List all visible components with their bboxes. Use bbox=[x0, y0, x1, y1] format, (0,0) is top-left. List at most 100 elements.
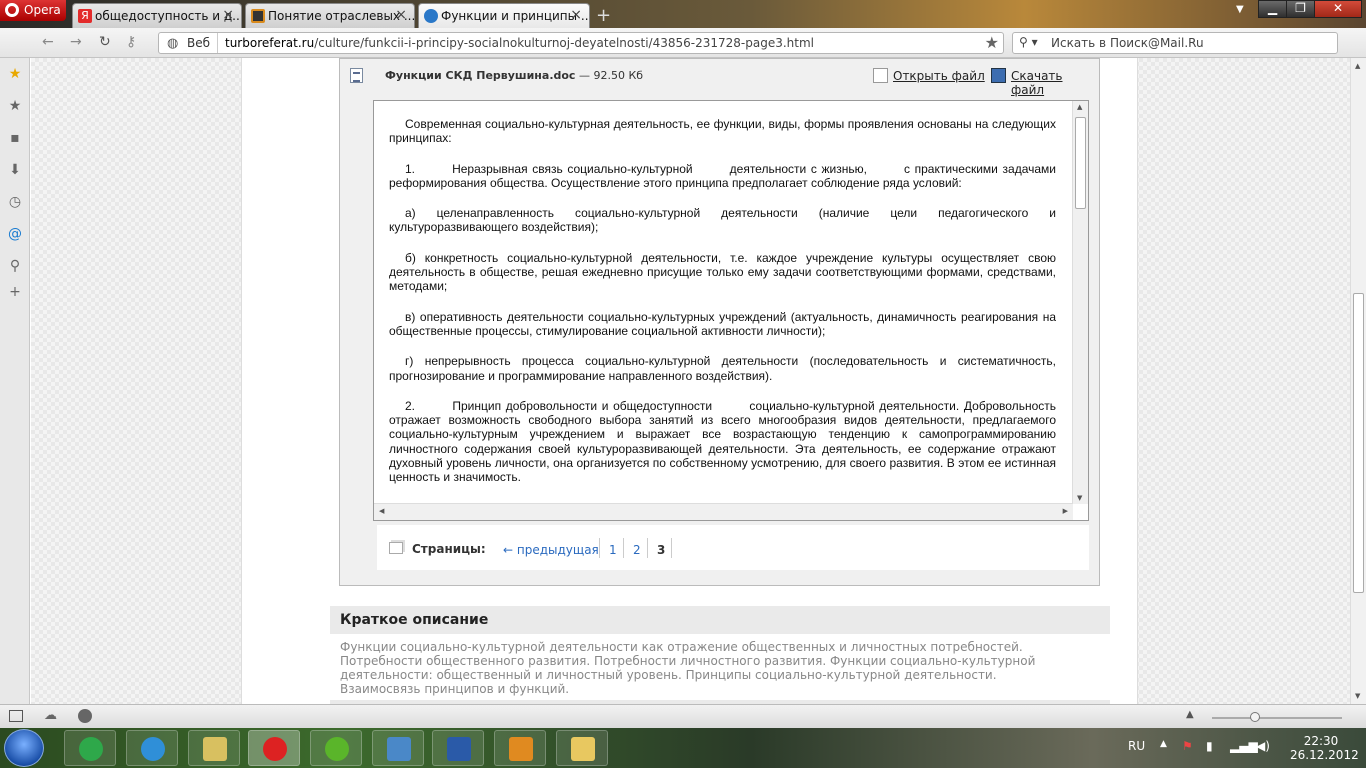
zoom-slider-knob[interactable] bbox=[1250, 712, 1260, 722]
search-placeholder: Искать в Поиск@Mail.Ru bbox=[1051, 36, 1204, 50]
opera-side-panel: ★ ★ ▪ ⬇ ◷ @ ⚲ + bbox=[0, 58, 30, 704]
taskbar-opera[interactable] bbox=[248, 730, 300, 766]
download-file-link[interactable]: Скачать файл bbox=[1011, 69, 1099, 97]
page-column: Функции СКД Первушина.doc — 92.50 Кб Отк… bbox=[241, 58, 1138, 704]
doc-paragraph: 1. Неразрывная связь социально-культурно… bbox=[389, 161, 1056, 190]
page-vertical-scrollbar[interactable]: ▲ ▼ bbox=[1350, 58, 1366, 704]
doc-paragraph: б) конкретность социально-культурной дея… bbox=[389, 250, 1056, 294]
key-icon[interactable]: ⚷ bbox=[126, 34, 136, 50]
taskbar-photo-viewer[interactable] bbox=[372, 730, 424, 766]
taskbar-media-player[interactable] bbox=[494, 730, 546, 766]
tab-list-chevron-icon[interactable]: ▼ bbox=[1236, 4, 1244, 15]
scroll-down-arrow-icon[interactable]: ▼ bbox=[1355, 692, 1360, 700]
tab-funkcii-active[interactable]: Функции и принципы ... × bbox=[418, 3, 590, 28]
windows-taskbar: RU ▲ ⚑ ▮ ▂▄▆ ◀) 22:30 26.12.2012 bbox=[0, 728, 1366, 768]
search-panel-icon[interactable]: ⚲ bbox=[7, 258, 23, 274]
mail-icon[interactable]: @ bbox=[7, 226, 23, 242]
maximize-button[interactable]: ❐ bbox=[1286, 0, 1315, 18]
page-viewport: Функции СКД Первушина.doc — 92.50 Кб Отк… bbox=[31, 58, 1350, 704]
scrollbar-thumb[interactable] bbox=[1075, 117, 1086, 209]
tray-device-icon[interactable]: ▮ bbox=[1206, 739, 1213, 753]
signal-app-icon bbox=[79, 737, 103, 761]
opera-unite-icon[interactable] bbox=[78, 709, 92, 723]
speed-dial-star-icon[interactable]: ★ bbox=[7, 66, 23, 82]
close-tab-icon[interactable]: × bbox=[395, 7, 407, 23]
pagination: Страницы: ← предыдущая 1 2 3 bbox=[377, 525, 1089, 570]
photo-viewer-icon bbox=[387, 737, 411, 761]
close-window-button[interactable]: ✕ bbox=[1314, 0, 1362, 18]
scroll-up-arrow-icon[interactable]: ▲ bbox=[1355, 62, 1360, 70]
zoom-slider[interactable] bbox=[1212, 712, 1342, 722]
word-document-icon bbox=[350, 68, 363, 83]
summary-heading: Краткое описание bbox=[340, 612, 489, 628]
taskbar-word[interactable] bbox=[432, 730, 484, 766]
summary-section-header: Краткое описание bbox=[330, 606, 1110, 634]
pagination-divider bbox=[599, 538, 600, 558]
network-signal-icon[interactable]: ▂▄▆ bbox=[1230, 739, 1258, 753]
address-separator bbox=[217, 33, 218, 53]
history-clock-icon[interactable]: ◷ bbox=[7, 194, 23, 210]
url-path: /culture/funkcii-i-principy-socialnokult… bbox=[314, 36, 814, 50]
volume-icon[interactable]: ◀) bbox=[1256, 739, 1270, 753]
scrollbar-thumb[interactable] bbox=[1353, 293, 1364, 593]
close-tab-icon[interactable]: × bbox=[570, 7, 582, 23]
document-file-size: 92.50 Кб bbox=[593, 69, 644, 82]
minimize-button[interactable]: ▁ bbox=[1258, 0, 1287, 18]
address-field[interactable]: ◍ Веб turboreferat.ru/culture/funkcii-i-… bbox=[158, 32, 1004, 54]
scroll-right-arrow-icon[interactable]: ▶ bbox=[1063, 507, 1068, 515]
scroll-up-arrow-icon[interactable]: ▲ bbox=[1077, 103, 1082, 111]
tray-expand-icon[interactable]: ▲ bbox=[1160, 739, 1167, 749]
taskbar-paint[interactable] bbox=[188, 730, 240, 766]
add-panel-icon[interactable]: + bbox=[7, 284, 23, 300]
taskbar-clock[interactable]: 22:30 26.12.2012 bbox=[1290, 734, 1359, 762]
document-horizontal-scrollbar[interactable]: ◀ ▶ bbox=[374, 503, 1073, 520]
view-chevron-icon[interactable]: ▲ bbox=[1186, 709, 1194, 720]
tab-bar: Opera Я общедоступность и д... × Понятие… bbox=[0, 0, 1366, 28]
tab-yandex[interactable]: Я общедоступность и д... × bbox=[72, 3, 242, 28]
document-text: Современная социально-культурная деятель… bbox=[389, 117, 1056, 504]
taskbar-signal-app[interactable] bbox=[64, 730, 116, 766]
close-tab-icon[interactable]: × bbox=[222, 7, 234, 23]
pagination-label: Страницы: bbox=[412, 542, 486, 556]
document-info: Функции СКД Первушина.doc — 92.50 Кб bbox=[385, 69, 643, 82]
opera-menu-button[interactable]: Opera bbox=[0, 0, 66, 21]
language-indicator[interactable]: RU bbox=[1128, 739, 1145, 753]
document-text-frame[interactable]: Современная социально-культурная деятель… bbox=[373, 100, 1089, 521]
pages-icon bbox=[389, 542, 403, 554]
page-link-1[interactable]: 1 bbox=[609, 543, 617, 557]
document-vertical-scrollbar[interactable]: ▲ ▼ bbox=[1072, 101, 1088, 504]
taskbar-utorrent[interactable] bbox=[310, 730, 362, 766]
document-file-name: Функции СКД Первушина.doc bbox=[385, 69, 576, 82]
open-file-link[interactable]: Открыть файл bbox=[893, 69, 985, 83]
tab-otraslevyh[interactable]: Понятие отраслевых ... × bbox=[245, 3, 415, 28]
start-button[interactable] bbox=[4, 729, 44, 767]
search-field[interactable]: ⚲ ▾ Искать в Поиск@Mail.Ru bbox=[1012, 32, 1338, 54]
clock-date: 26.12.2012 bbox=[1290, 748, 1359, 762]
back-arrow-icon[interactable]: ← bbox=[42, 34, 54, 50]
page-link-2[interactable]: 2 bbox=[633, 543, 641, 557]
prev-page-link[interactable]: ← предыдущая bbox=[503, 543, 599, 557]
reload-icon[interactable]: ↻ bbox=[99, 34, 111, 50]
notes-icon[interactable]: ▪ bbox=[7, 130, 23, 146]
bookmarks-star-icon[interactable]: ★ bbox=[7, 98, 23, 114]
downloads-icon[interactable]: ⬇ bbox=[7, 162, 23, 178]
plus-icon[interactable]: + bbox=[596, 5, 611, 26]
word-icon bbox=[447, 737, 471, 761]
summary-text: Функции социально-культурной деятельност… bbox=[340, 640, 1036, 696]
scroll-down-arrow-icon[interactable]: ▼ bbox=[1077, 494, 1082, 502]
taskbar-ie[interactable] bbox=[126, 730, 178, 766]
tab-label: Понятие отраслевых ... bbox=[268, 9, 415, 23]
search-icon: ⚲ ▾ bbox=[1019, 35, 1038, 49]
bookmark-star-icon[interactable]: ★ bbox=[985, 33, 999, 52]
scroll-left-arrow-icon[interactable]: ◀ bbox=[379, 507, 384, 515]
panel-toggle-icon[interactable] bbox=[9, 710, 23, 722]
forward-arrow-icon[interactable]: → bbox=[70, 34, 82, 50]
save-disk-icon bbox=[991, 68, 1006, 83]
folder-icon bbox=[571, 737, 595, 761]
tray-flag-icon[interactable]: ⚑ bbox=[1182, 739, 1193, 753]
tab-label: общедоступность и д... bbox=[95, 9, 242, 23]
address-url[interactable]: turboreferat.ru/culture/funkcii-i-princi… bbox=[225, 36, 814, 50]
opera-link-cloud-icon[interactable]: ☁ bbox=[44, 708, 57, 723]
doc-paragraph: Современная социально-культурная деятель… bbox=[389, 117, 1056, 146]
taskbar-explorer[interactable] bbox=[556, 730, 608, 766]
